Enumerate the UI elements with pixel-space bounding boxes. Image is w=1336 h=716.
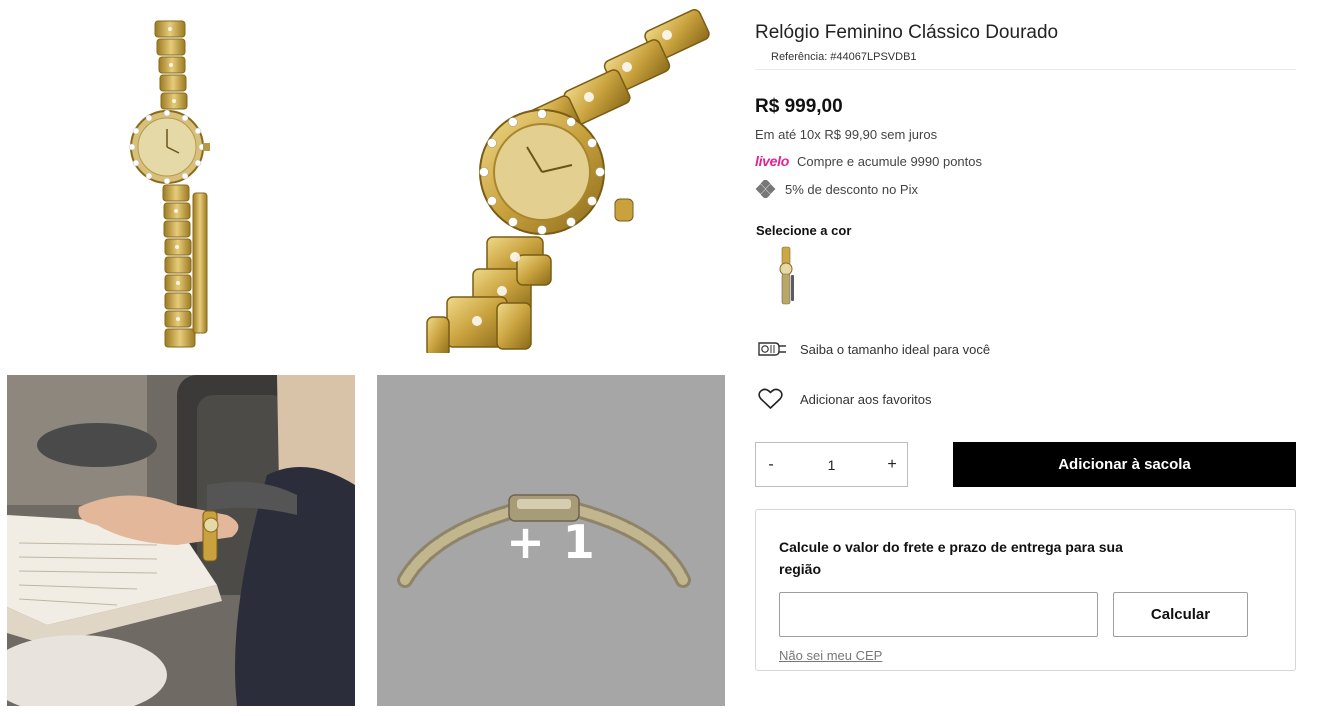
installments-text: Em até 10x R$ 99,90 sem juros <box>755 127 938 142</box>
livelo-logo: livelo <box>755 153 789 169</box>
pix-discount: 5% de desconto no Pix <box>755 180 918 198</box>
cep-input[interactable] <box>779 592 1098 637</box>
freight-calculator: Calcule o valor do frete e prazo de entr… <box>755 509 1296 671</box>
color-swatch-thumbnail <box>779 246 794 305</box>
livelo-points-text: Compre e acumule 9990 pontos <box>797 153 983 169</box>
color-swatch-gold[interactable] <box>765 245 807 307</box>
quantity-input[interactable] <box>801 456 862 473</box>
quantity-stepper: - + <box>755 442 908 487</box>
wrist-measure-icon <box>758 342 786 356</box>
pix-icon <box>755 180 776 198</box>
add-to-favorites-text: Adicionar aos favoritos <box>800 391 932 407</box>
livelo-points: livelo Compre e acumule 9990 pontos <box>755 153 982 169</box>
gallery-image-front[interactable] <box>7 7 355 353</box>
product-title: Relógio Feminino Clássico Dourado <box>755 22 1059 43</box>
pix-discount-text: 5% de desconto no Pix <box>785 181 918 197</box>
product-info-panel: Relógio Feminino Clássico Dourado Referê… <box>755 0 1296 716</box>
add-to-favorites[interactable]: Adicionar aos favoritos <box>758 388 932 410</box>
unknown-cep-link[interactable]: Não sei meu CEP <box>779 648 882 663</box>
product-price: R$ 999,00 <box>755 96 843 117</box>
gallery-image-lifestyle[interactable] <box>7 375 355 706</box>
gallery-more-images[interactable]: + 1 <box>377 375 725 706</box>
size-guide-link[interactable]: Saiba o tamanho ideal para você <box>755 338 990 360</box>
calculate-freight-button[interactable]: Calcular <box>1113 592 1248 637</box>
size-guide-text: Saiba o tamanho ideal para você <box>800 341 991 357</box>
freight-title: Calcule o valor do frete e prazo de entr… <box>779 539 1123 577</box>
product-gallery: + 1 <box>0 0 740 716</box>
lifestyle-photo <box>7 375 355 706</box>
quantity-decrease-button[interactable]: - <box>756 443 786 486</box>
more-images-count: + 1 <box>506 515 596 569</box>
heart-icon <box>758 388 783 409</box>
watch-angle-image <box>426 9 710 353</box>
add-to-bag-button[interactable]: Adicionar à sacola <box>953 442 1296 487</box>
color-selector-label: Selecione a cor <box>756 223 852 238</box>
gallery-image-angle[interactable] <box>377 7 725 353</box>
product-reference: Referência: #44067LPSVDB1 <box>771 51 917 63</box>
divider <box>755 69 1296 70</box>
watch-front-image <box>128 20 210 348</box>
quantity-increase-button[interactable]: + <box>877 443 907 486</box>
